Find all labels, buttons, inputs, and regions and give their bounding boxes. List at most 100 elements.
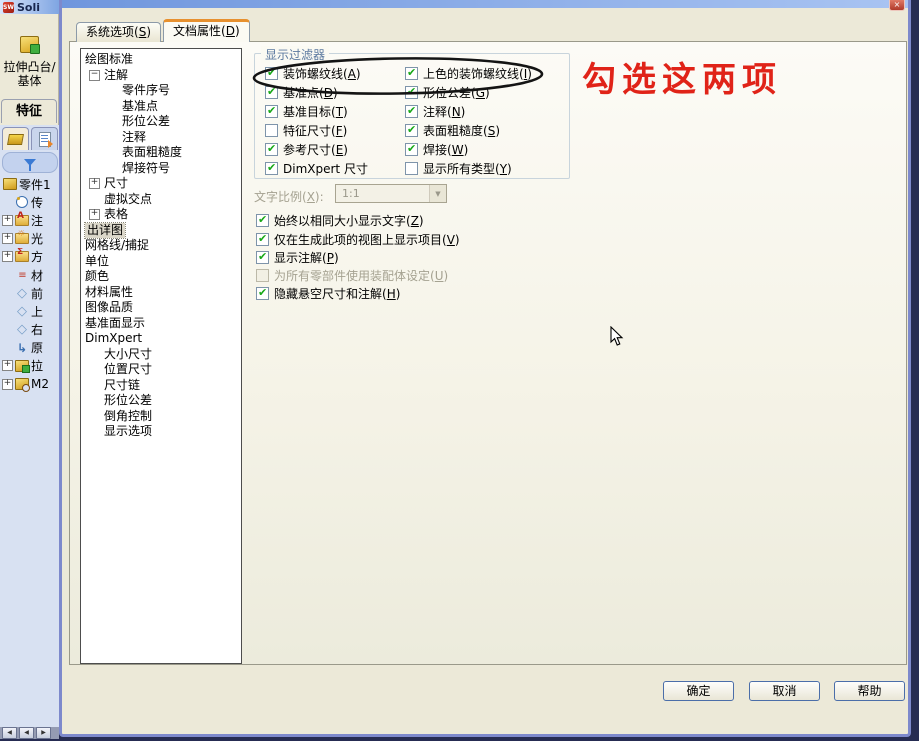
tab-system-options[interactable]: 系统选项(S)	[76, 22, 161, 42]
checkbox[interactable]	[405, 142, 418, 156]
tree-nav-button[interactable]: ◀	[2, 727, 17, 739]
checkbox[interactable]	[265, 161, 278, 175]
expand-icon[interactable]: +	[2, 214, 13, 226]
tab-document-properties[interactable]: 文档属性(D)	[163, 19, 250, 42]
checkbox[interactable]	[405, 66, 418, 80]
extrude-boss-base-button[interactable]: 拉伸凸台/基体	[3, 36, 56, 88]
tree-item[interactable]: 网格线/捕捉	[81, 238, 241, 254]
option-checkbox-row[interactable]: 为所有零部件使用装配体设定(U)	[256, 267, 448, 284]
tree-item[interactable]: 绘图标准	[81, 52, 241, 68]
cancel-button[interactable]: 取消	[749, 681, 820, 701]
tree-nav-button[interactable]: ▶	[36, 727, 51, 739]
feature-tree-item[interactable]: 零件1	[0, 175, 59, 193]
tree-nav-button[interactable]: ◀	[19, 727, 34, 739]
checkbox[interactable]	[256, 250, 269, 264]
tree-item[interactable]: 表面粗糙度	[81, 145, 241, 161]
option-checkbox-row[interactable]: 隐藏悬空尺寸和注解(H)	[256, 285, 400, 302]
option-checkbox-row[interactable]: 仅在生成此项的视图上显示项目(V)	[256, 231, 460, 248]
tree-item[interactable]: 材料属性	[81, 285, 241, 301]
tree-item-label: 基准面显示	[85, 315, 146, 330]
checkbox[interactable]	[265, 85, 278, 99]
tree-item[interactable]: 焊接符号	[81, 161, 241, 177]
tree-item[interactable]: 显示选项	[81, 424, 241, 440]
filter-checkbox-row[interactable]: 基准目标(T)	[265, 103, 405, 120]
tree-item[interactable]: − 注解	[81, 68, 241, 84]
feature-tree-item[interactable]: + A 注	[0, 211, 59, 229]
tree-filter-bar[interactable]	[2, 152, 58, 173]
tab-property-manager[interactable]	[31, 127, 58, 150]
checkbox[interactable]	[405, 123, 418, 137]
checkbox[interactable]	[265, 66, 278, 80]
tree-item[interactable]: + 尺寸	[81, 176, 241, 192]
tree-item[interactable]: 零件序号	[81, 83, 241, 99]
filter-checkbox-row[interactable]: 焊接(W)	[405, 141, 571, 158]
collapse-icon[interactable]: −	[89, 69, 100, 81]
tree-item[interactable]: 形位公差	[81, 114, 241, 130]
tree-item[interactable]: 形位公差	[81, 393, 241, 409]
feature-tree-item[interactable]: 传	[0, 193, 59, 211]
tree-item-label: 虚拟交点	[104, 191, 153, 206]
tree-item[interactable]: DimXpert	[81, 331, 241, 347]
expand-icon[interactable]: +	[2, 233, 13, 245]
filter-checkbox-row[interactable]: 上色的装饰螺纹线(I)	[405, 65, 571, 82]
checkbox-label: 上色的装饰螺纹线(I)	[423, 67, 532, 81]
expand-icon[interactable]: +	[2, 378, 13, 390]
tree-item[interactable]: 位置尺寸	[81, 362, 241, 378]
filter-checkbox-row[interactable]: 显示所有类型(Y)	[405, 160, 571, 177]
filter-checkbox-row[interactable]: 注释(N)	[405, 103, 571, 120]
feature-tree-item[interactable]: + ☼ 光	[0, 230, 59, 248]
filter-checkbox-row[interactable]: DimXpert 尺寸	[265, 160, 405, 177]
option-checkbox-row[interactable]: 显示注解(P)	[256, 249, 339, 266]
ok-button[interactable]: 确定	[663, 681, 734, 701]
checkbox[interactable]	[265, 104, 278, 118]
text-scale-combobox[interactable]: 1:1 ▼	[335, 184, 447, 203]
filter-checkbox-row[interactable]: 装饰螺纹线(A)	[265, 65, 405, 82]
feature-tree-item[interactable]: ◇ 右	[0, 321, 59, 339]
checkbox[interactable]	[256, 213, 269, 227]
expand-icon[interactable]: +	[2, 360, 13, 372]
tree-item[interactable]: 大小尺寸	[81, 347, 241, 363]
checkbox[interactable]	[256, 269, 269, 282]
close-icon[interactable]: ×	[889, 0, 905, 11]
checkbox[interactable]	[265, 124, 278, 137]
checkbox[interactable]	[265, 142, 278, 156]
expand-icon[interactable]: +	[89, 178, 100, 190]
tree-item[interactable]: 基准面显示	[81, 316, 241, 332]
tree-item[interactable]: 出详图	[81, 221, 241, 239]
feature-tree-item[interactable]: ◇ 上	[0, 302, 59, 320]
tab-features[interactable]: 特征	[1, 99, 57, 123]
tree-item[interactable]: 单位	[81, 254, 241, 270]
feature-tree-item[interactable]: ↳ 原	[0, 339, 59, 357]
checkbox[interactable]	[405, 104, 418, 118]
tree-item[interactable]: 倒角控制	[81, 409, 241, 425]
tree-item[interactable]: 尺寸链	[81, 378, 241, 394]
expand-icon[interactable]: +	[89, 209, 100, 221]
document-properties-tree: 绘图标准 − 注解 零件序号 基准点 形位公差 注释 表面粗糙度 焊接符号 + 尺寸 虚拟交点 + 表格出…	[80, 48, 242, 664]
feature-tree-item[interactable]: ≡ 材	[0, 266, 59, 284]
feature-tree-item[interactable]: + 拉	[0, 357, 59, 375]
checkbox[interactable]	[256, 232, 269, 246]
checkbox[interactable]	[256, 286, 269, 300]
tree-item[interactable]: 注释	[81, 130, 241, 146]
filter-checkbox-row[interactable]: 特征尺寸(F)	[265, 122, 405, 139]
checkbox-label: 注释(N)	[423, 105, 466, 119]
filter-checkbox-row[interactable]: 参考尺寸(E)	[265, 141, 405, 158]
help-button[interactable]: 帮助	[834, 681, 905, 701]
filter-checkbox-row[interactable]: 基准点(D)	[265, 84, 405, 101]
feature-tree-item[interactable]: + M2	[0, 375, 59, 393]
option-checkbox-row[interactable]: 始终以相同大小显示文字(Z)	[256, 212, 424, 229]
expand-icon[interactable]: +	[2, 251, 13, 263]
checkbox[interactable]	[405, 85, 418, 99]
filter-checkbox-row[interactable]: 形位公差(G)	[405, 84, 571, 101]
filter-checkbox-row[interactable]: 表面粗糙度(S)	[405, 122, 571, 139]
feature-tree-item[interactable]: ◇ 前	[0, 284, 59, 302]
tree-item[interactable]: 颜色	[81, 269, 241, 285]
tab-feature-tree[interactable]	[2, 127, 29, 150]
tree-item-label: 尺寸链	[104, 377, 141, 392]
tree-item[interactable]: + 表格	[81, 207, 241, 223]
tree-item[interactable]: 虚拟交点	[81, 192, 241, 208]
feature-tree-item[interactable]: + Σ 方	[0, 248, 59, 266]
tree-item[interactable]: 基准点	[81, 99, 241, 115]
checkbox[interactable]	[405, 162, 418, 175]
tree-item[interactable]: 图像品质	[81, 300, 241, 316]
